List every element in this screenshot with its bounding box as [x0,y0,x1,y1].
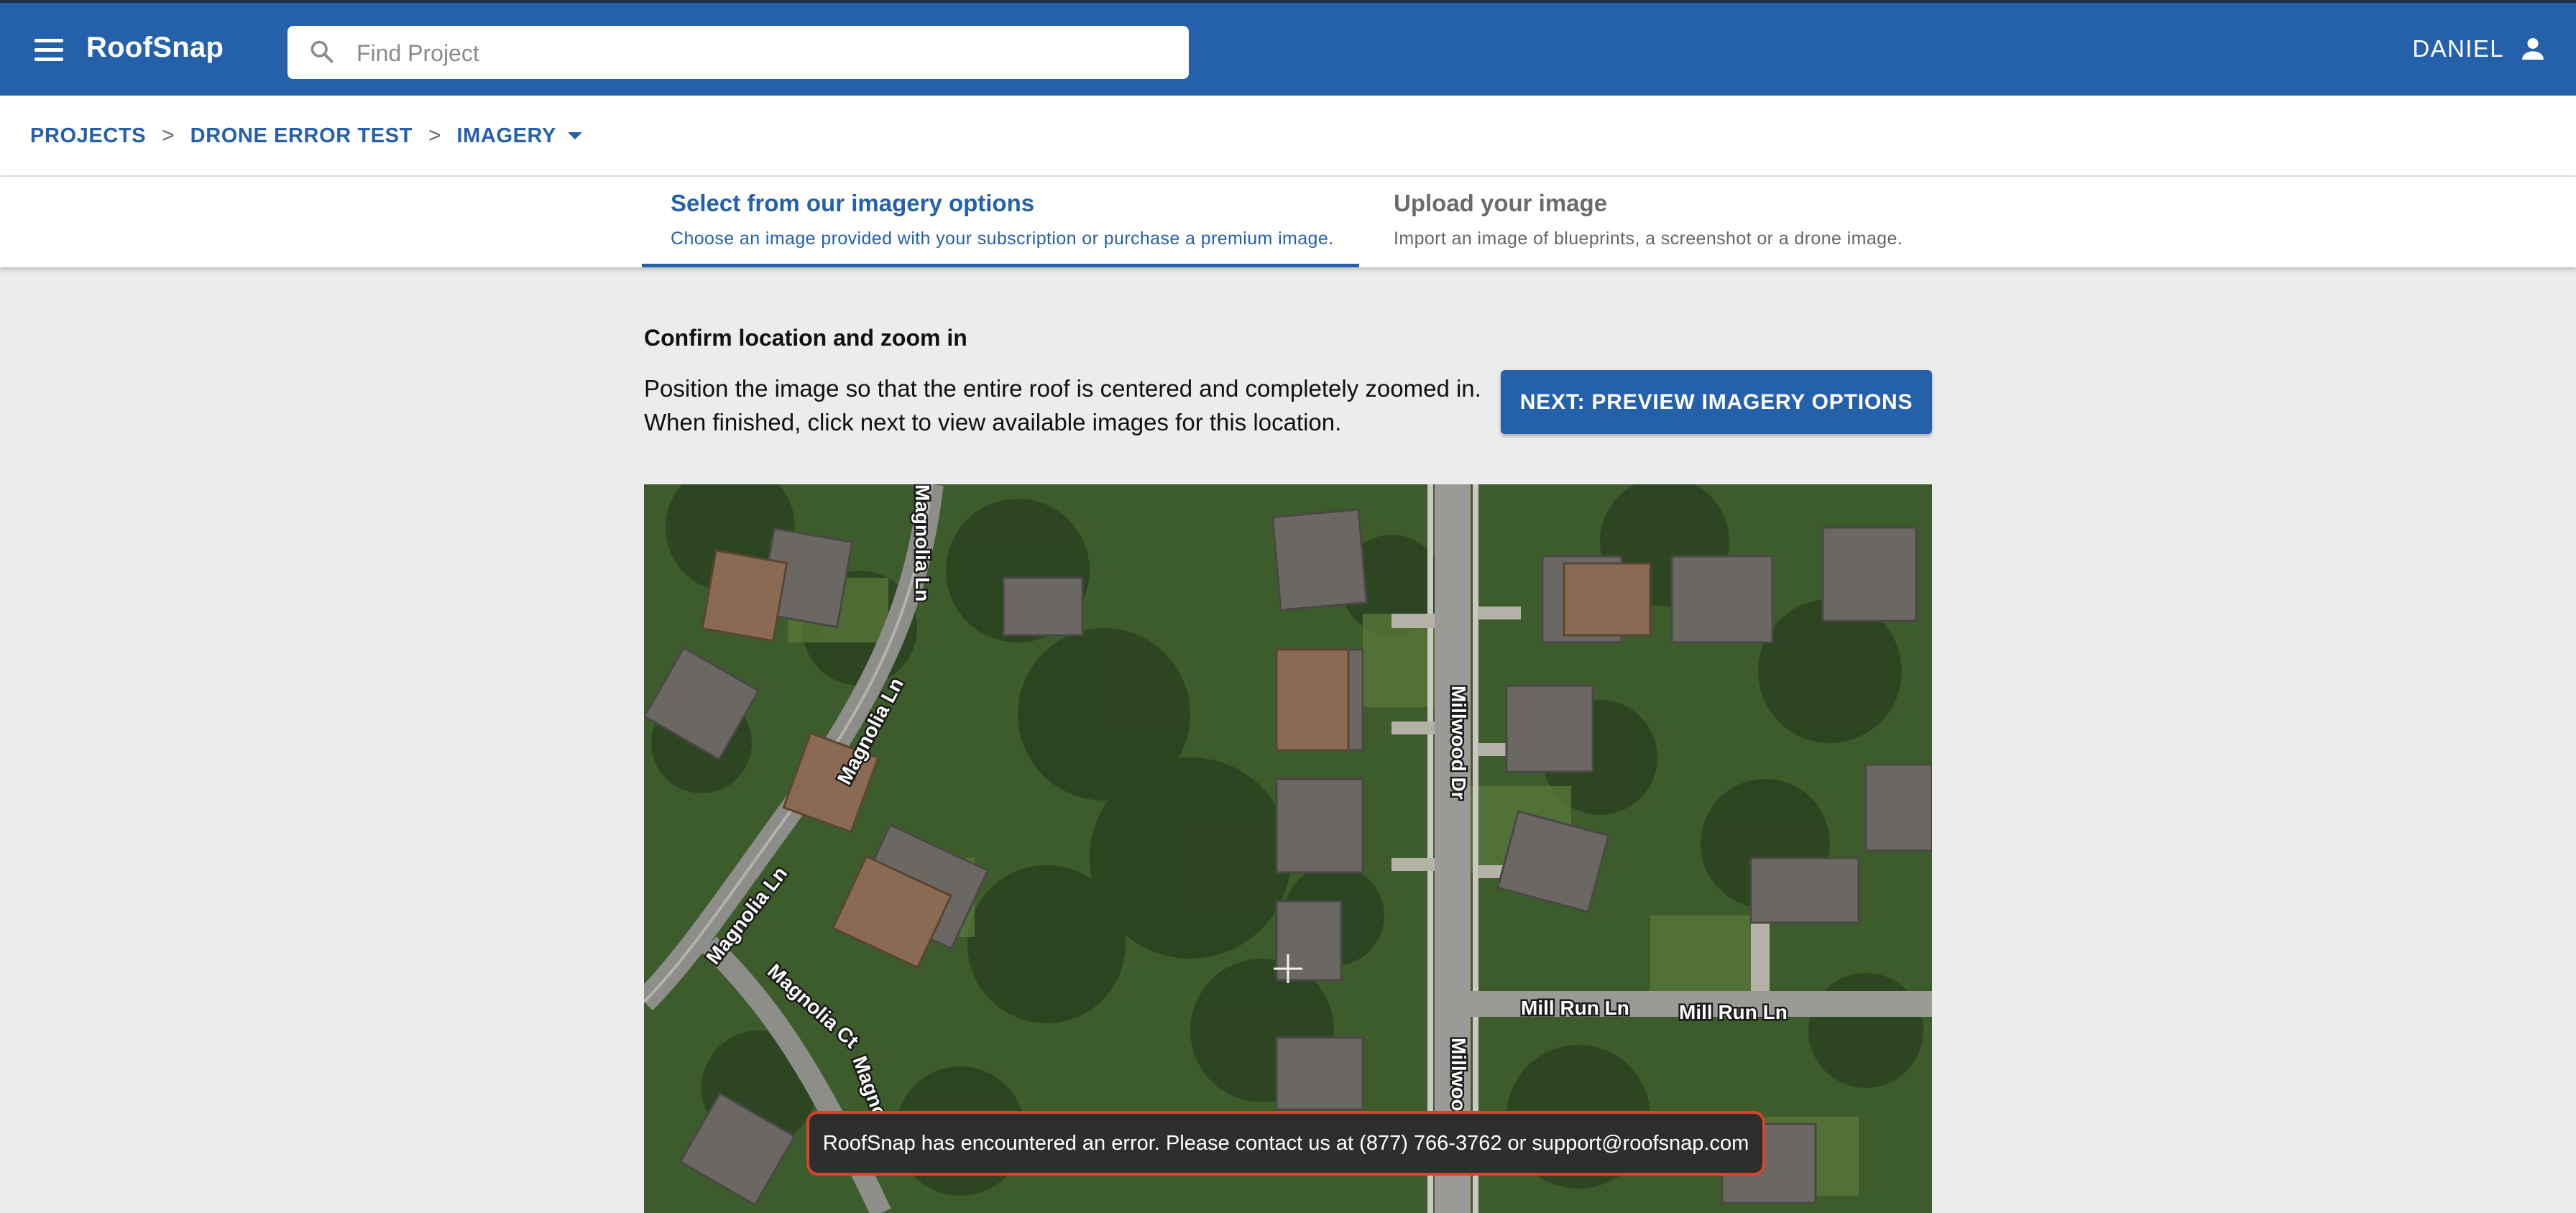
breadcrumb-bar: PROJECTS > DRONE ERROR TEST > IMAGERY [0,96,2576,177]
app-bar: RoofSnap DANIEL [0,0,2576,96]
search-input[interactable] [355,34,1170,72]
search-box[interactable] [288,26,1189,79]
breadcrumb-separator: > [162,124,175,147]
error-toast: RoofSnap has encountered an error. Pleas… [806,1111,1765,1176]
app-title[interactable]: RoofSnap [86,32,224,64]
person-icon [2522,38,2544,60]
instructions-text: Position the image so that the entire ro… [644,375,1481,435]
street-label: Millwood Dr [1448,686,1470,800]
street-label: Mill Run Ln [1679,1001,1788,1023]
imagery-tabs: Select from our imagery options Choose a… [0,177,2576,267]
tab-subtitle: Import an image of blueprints, a screens… [1394,229,1903,249]
user-menu[interactable]: DANIEL [2412,34,2547,63]
next-preview-button[interactable]: NEXT: PREVIEW IMAGERY OPTIONS [1501,370,1932,434]
tab-title: Select from our imagery options [671,190,1035,216]
error-message: RoofSnap has encountered an error. Pleas… [822,1131,1749,1155]
breadcrumb-projects[interactable]: PROJECTS [30,124,146,148]
section-heading: Confirm location and zoom in [644,325,967,351]
search-icon [310,40,334,63]
street-label: Mill Run Ln [1521,997,1629,1019]
map-imagery: Magnolia Ln Magnolia Ln Magnolia Ln Magn… [644,484,1932,1213]
tab-title: Upload your image [1394,190,1608,216]
street-label: Magnolia Ln [911,484,934,601]
tab-subtitle: Choose an image provided with your subsc… [671,229,1334,249]
breadcrumb: PROJECTS > DRONE ERROR TEST > IMAGERY [30,124,582,148]
user-name: DANIEL [2412,35,2504,62]
breadcrumb-project[interactable]: DRONE ERROR TEST [190,124,413,148]
tab-upload-image[interactable]: Upload your image Import an image of blu… [1361,177,1936,267]
satellite-map[interactable]: Magnolia Ln Magnolia Ln Magnolia Ln Magn… [644,484,1932,1213]
menu-icon[interactable] [34,39,68,63]
breadcrumb-separator: > [428,124,441,147]
tab-imagery-options[interactable]: Select from our imagery options Choose a… [642,177,1359,267]
caret-down-icon[interactable] [567,132,582,139]
breadcrumb-imagery[interactable]: IMAGERY [456,124,556,148]
